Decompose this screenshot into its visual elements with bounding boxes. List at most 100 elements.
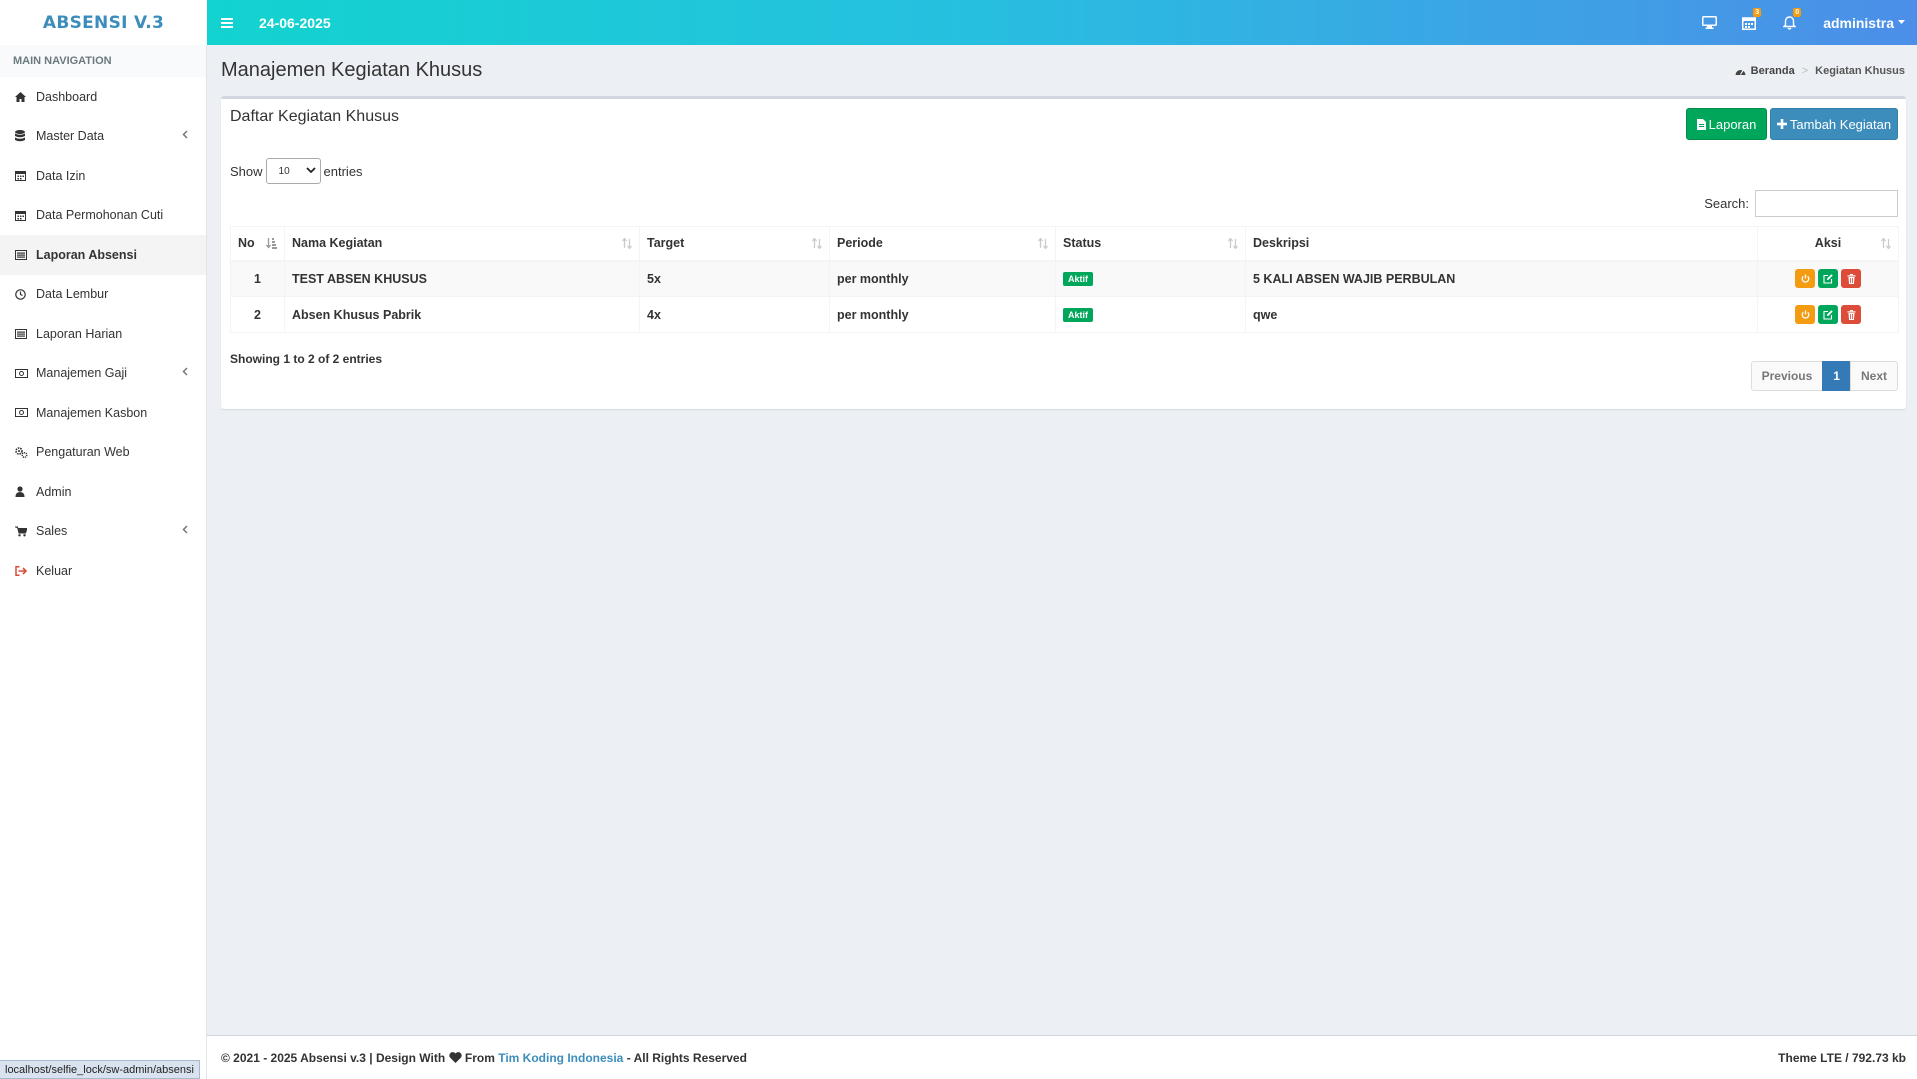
edit-icon	[1823, 274, 1833, 284]
footer-link[interactable]: Tim Koding Indonesia	[498, 1051, 623, 1065]
power-icon	[1801, 310, 1809, 319]
sidebar-item-label: Manajemen Kasbon	[36, 405, 148, 420]
table-info: Showing 1 to 2 of 2 entries	[230, 352, 383, 366]
sidebar-item-admin[interactable]: Admin	[0, 472, 206, 512]
edit-button[interactable]	[1818, 269, 1838, 289]
sidebar-toggle-button[interactable]	[207, 0, 247, 45]
sidebar-item-data-permohonan-cuti[interactable]: Data Permohonan Cuti	[0, 196, 206, 236]
entries-select-value: 10	[278, 165, 290, 177]
col-header-aksi[interactable]: Aksi	[1757, 226, 1899, 262]
edit-icon	[1823, 309, 1833, 320]
col-header-no[interactable]: No	[230, 226, 285, 262]
pagination-previous[interactable]: Previous	[1750, 361, 1824, 391]
user-menu[interactable]: administra	[1809, 15, 1917, 31]
sidebar-item-label: Keluar	[36, 563, 73, 578]
desktop-button[interactable]	[1689, 0, 1729, 45]
toggle-status-button[interactable]	[1795, 269, 1815, 289]
show-label: Show	[230, 163, 263, 179]
footer-theme-info: Theme LTE / 792.73 kb	[1778, 1050, 1906, 1065]
sidebar-item-label: Laporan Absensi	[36, 247, 137, 262]
sidebar-item-sales[interactable]: Sales	[0, 512, 206, 552]
breadcrumb-home-link[interactable]: Beranda	[1751, 65, 1795, 77]
pagination: Previous 1 Next	[1750, 361, 1898, 391]
calendar-notif-button[interactable]: 3	[1729, 0, 1769, 45]
toggle-status-button[interactable]	[1795, 305, 1815, 324]
bell-icon	[1782, 15, 1796, 30]
footer-from: From	[464, 1050, 495, 1065]
col-header-status[interactable]: Status	[1055, 226, 1246, 262]
sidebar-item-keluar[interactable]: Keluar	[0, 551, 206, 591]
chevron-left-icon	[182, 129, 188, 139]
col-header-deskripsi[interactable]: Deskripsi	[1245, 226, 1758, 262]
desktop-icon	[1701, 16, 1717, 29]
power-icon	[1801, 274, 1809, 283]
sort-icon	[812, 238, 822, 249]
cell-periode: per monthly	[829, 260, 1056, 297]
user-name: administra	[1823, 14, 1894, 31]
sidebar-item-laporan-absensi[interactable]: Laporan Absensi	[0, 235, 206, 275]
hamburger-icon	[221, 17, 233, 28]
current-date: 24-06-2025	[259, 14, 331, 31]
search-input[interactable]	[1755, 190, 1898, 217]
sidebar-item-data-izin[interactable]: Data Izin	[0, 156, 206, 196]
search-label: Search:	[1704, 196, 1749, 211]
table-search: Search:	[1704, 190, 1898, 217]
calendar-icon	[1742, 16, 1757, 30]
sidebar-item-master-data[interactable]: Master Data	[0, 117, 206, 157]
col-header-target[interactable]: Target	[639, 226, 830, 262]
cell-nama-kegiatan: Absen Khusus Pabrik	[284, 296, 640, 333]
footer: © 2021 - 2025 Absensi v.3 | Design With …	[207, 1035, 1917, 1079]
status-badge: Aktif	[1063, 272, 1093, 287]
browser-status-url: localhost/selfie_lock/sw-admin/absensi	[0, 1060, 200, 1079]
activity-table: No Nama Kegiatan Target Periode Status D…	[230, 226, 1899, 333]
col-header-periode[interactable]: Periode	[829, 226, 1056, 262]
cell-no: 1	[230, 260, 285, 297]
sidebar-item-laporan-harian[interactable]: Laporan Harian	[0, 314, 206, 354]
chevron-left-icon	[182, 524, 188, 534]
chevron-left-icon	[182, 366, 188, 376]
database-icon	[15, 130, 36, 142]
table-row: 2 Absen Khusus Pabrik 4x per monthly Akt…	[230, 296, 1899, 333]
trash-icon	[1847, 309, 1855, 320]
breadcrumb: Beranda > Kegiatan Khusus	[1735, 65, 1905, 77]
sidebar-item-manajemen-gaji[interactable]: Manajemen Gaji	[0, 354, 206, 394]
cell-aksi	[1757, 296, 1899, 333]
activity-list-box: Daftar Kegiatan Khusus Laporan Tambah Ke…	[221, 96, 1906, 409]
calendar-icon	[15, 210, 36, 221]
footer-copyright: © 2021 - 2025 Absensi v.3 | Design With	[221, 1050, 446, 1065]
cart-icon	[15, 526, 36, 537]
laporan-button[interactable]: Laporan	[1686, 108, 1767, 140]
pagination-page[interactable]: 1	[1822, 361, 1851, 391]
app-logo[interactable]: ABSENSI V.3	[0, 0, 207, 45]
sidebar-item-label: Data Izin	[36, 168, 86, 183]
bell-badge: 0	[1793, 8, 1802, 17]
sort-icon	[1228, 238, 1238, 249]
cell-deskripsi: 5 KALI ABSEN WAJIB PERBULAN	[1245, 260, 1758, 297]
entries-select[interactable]: 10	[265, 158, 321, 184]
sidebar-item-manajemen-kasbon[interactable]: Manajemen Kasbon	[0, 393, 206, 433]
edit-button[interactable]	[1818, 305, 1838, 324]
sidebar-item-label: Sales	[36, 524, 68, 539]
sidebar-item-label: Data Permohonan Cuti	[36, 208, 164, 223]
sidebar-item-pengaturan-web[interactable]: Pengaturan Web	[0, 433, 206, 473]
dashboard-icon	[1735, 69, 1746, 75]
delete-button[interactable]	[1841, 305, 1861, 324]
add-activity-button[interactable]: Tambah Kegiatan	[1770, 108, 1898, 140]
heart-icon	[448, 1052, 462, 1063]
cell-status: Aktif	[1055, 296, 1246, 333]
sidebar-item-dashboard[interactable]: Dashboard	[0, 77, 206, 117]
sidebar-item-data-lembur[interactable]: Data Lembur	[0, 275, 206, 315]
notification-button[interactable]: 0	[1769, 0, 1809, 45]
col-header-nama-kegiatan[interactable]: Nama Kegiatan	[284, 226, 640, 262]
sidebar-item-label: Data Lembur	[36, 287, 109, 302]
cell-deskripsi: qwe	[1245, 296, 1758, 333]
sidebar-item-label: Laporan Harian	[36, 326, 123, 341]
delete-button[interactable]	[1841, 269, 1861, 289]
sort-asc-icon	[266, 238, 277, 249]
pagination-next[interactable]: Next	[1849, 361, 1898, 391]
sidebar-item-label: Manajemen Gaji	[36, 366, 128, 381]
cell-periode: per monthly	[829, 296, 1056, 333]
clock-icon	[15, 288, 36, 300]
footer-rights: - All Rights Reserved	[626, 1050, 747, 1065]
sort-icon	[1881, 238, 1891, 249]
